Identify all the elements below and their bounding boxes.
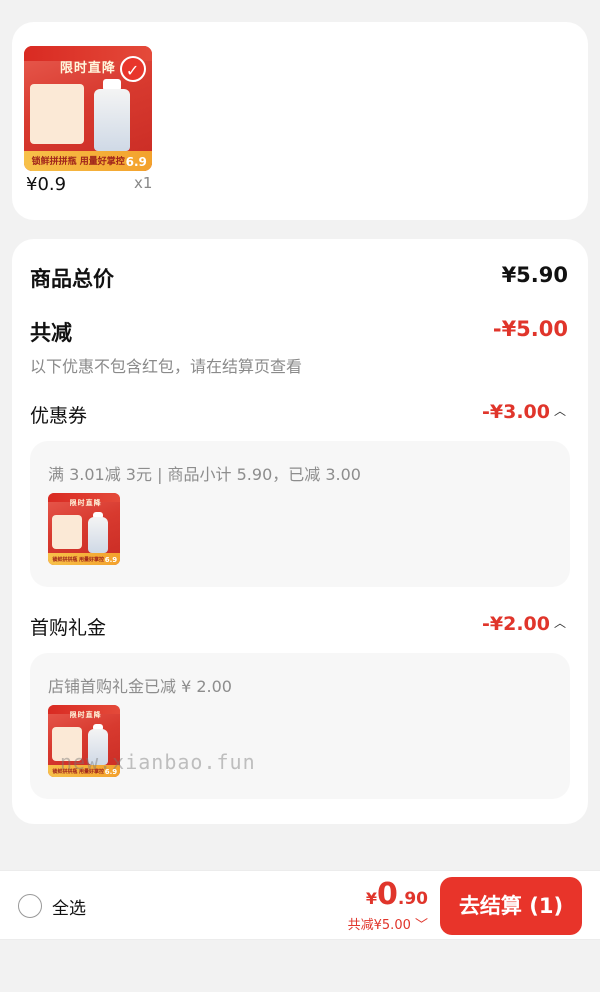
coupon-label: 优惠券 (30, 405, 88, 427)
coupon-product-thumbnail[interactable]: 限时直降 锁鲜拼拼瓶 用量好掌控 6.9 (48, 493, 120, 565)
total-integer: 0 (377, 877, 398, 912)
product-card: 限时直降 锁鲜拼拼瓶 用量好掌控 6.9 ✓ ¥0.9 x1 (12, 22, 588, 220)
checkout-bar: 全选 ¥0.90 共减¥5.00 ﹀ 去结算 (1) (0, 870, 600, 940)
discount-note: 以下优惠不包含红包，请在结算页查看 (30, 357, 303, 376)
price-summary-card: 商品总价 ¥5.90 共减 -¥5.00 以下优惠不包含红包，请在结算页查看 优… (12, 239, 588, 824)
coupon-toggle[interactable]: -¥3.00 ︿ (482, 401, 566, 423)
select-all-label[interactable]: 全选 (52, 894, 86, 919)
product-image: 限时直降 锁鲜拼拼瓶 用量好掌控 6.9 ✓ (24, 46, 152, 171)
saved-amount: 共减¥5.00 (347, 918, 411, 933)
product-image-title: 限时直降 (59, 61, 116, 77)
first-gift-detail-panel: 店铺首购礼金已减 ¥ 2.00 限时直降 锁鲜拼拼瓶 用量好掌控 6.9 (30, 653, 570, 799)
coupon-detail-text: 满 3.01减 3元 | 商品小计 5.90，已减 3.00 (48, 465, 361, 484)
product-thumbnail[interactable]: 限时直降 锁鲜拼拼瓶 用量好掌控 6.9 ✓ (24, 46, 152, 171)
chevron-up-icon: ︿ (553, 404, 566, 418)
chevron-up-icon: ︿ (553, 616, 566, 630)
discount-value: -¥5.00 (492, 317, 568, 341)
product-image-price: 6.9 (125, 154, 147, 169)
checkout-button[interactable]: 去结算 (1) (440, 877, 582, 935)
payable-total: ¥0.90 (366, 877, 428, 912)
first-gift-toggle[interactable]: -¥2.00 ︿ (482, 613, 566, 635)
check-circle-icon[interactable]: ✓ (119, 56, 146, 82)
coupon-amount: -¥3.00 (482, 401, 550, 423)
first-gift-label: 首购礼金 (30, 617, 107, 639)
discount-label: 共减 (30, 321, 72, 345)
saved-toggle[interactable]: 共减¥5.00 ﹀ (348, 914, 428, 933)
total-price-value: ¥5.90 (501, 263, 568, 287)
item-price: ¥0.9 (26, 174, 67, 195)
item-quantity: x1 (134, 174, 153, 192)
total-price-label: 商品总价 (30, 267, 114, 291)
currency-symbol: ¥ (365, 889, 377, 908)
select-all-radio[interactable] (18, 894, 42, 918)
first-gift-amount: -¥2.00 (482, 613, 550, 635)
chevron-down-icon: ﹀ (410, 918, 428, 933)
first-gift-detail-text: 店铺首购礼金已减 ¥ 2.00 (48, 677, 232, 696)
product-image-footer: 锁鲜拼拼瓶 用量好掌控 (31, 157, 125, 168)
coupon-detail-panel: 满 3.01减 3元 | 商品小计 5.90，已减 3.00 限时直降 锁鲜拼拼… (30, 441, 570, 587)
watermark: new.xianbao.fun (60, 750, 256, 774)
total-decimal: .90 (397, 889, 428, 909)
